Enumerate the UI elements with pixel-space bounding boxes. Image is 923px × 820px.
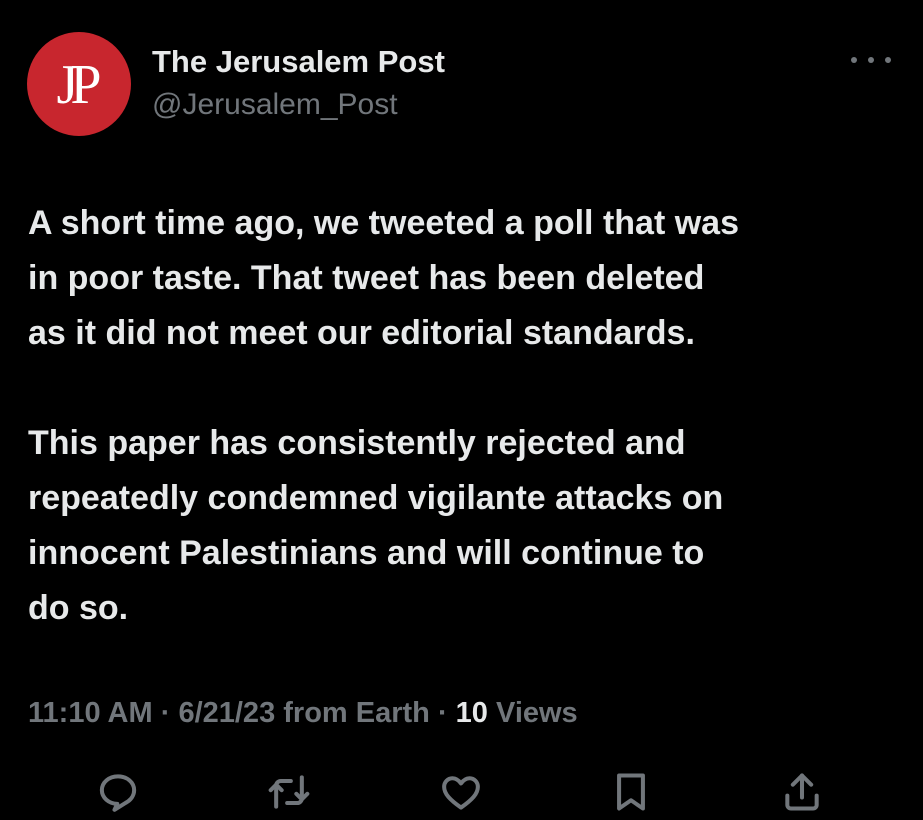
meta-separator: · [429, 697, 456, 729]
tweet-time[interactable]: 11:10 AM [28, 697, 153, 729]
like-button[interactable] [436, 770, 486, 820]
account-handle[interactable]: @Jerusalem_Post [152, 88, 398, 122]
avatar-logo: JP [56, 54, 102, 116]
views-count[interactable]: 10 [456, 697, 488, 729]
dot-icon [851, 57, 857, 63]
more-options-icon[interactable] [851, 48, 891, 72]
dot-icon [868, 57, 874, 63]
meta-separator: · [152, 697, 179, 729]
share-button[interactable] [777, 770, 827, 820]
views-label[interactable]: Views [488, 697, 578, 729]
reply-icon [99, 774, 137, 812]
share-icon [785, 773, 819, 811]
avatar[interactable]: JP [27, 32, 131, 136]
retweet-button[interactable] [264, 770, 314, 820]
bookmark-button[interactable] [606, 770, 656, 820]
tweet-date[interactable]: 6/21/23 [178, 697, 275, 729]
reply-button[interactable] [93, 770, 143, 820]
dot-icon [885, 57, 891, 63]
action-bar [0, 770, 923, 815]
like-icon [442, 776, 480, 810]
retweet-icon [268, 775, 310, 809]
tweet-source: from Earth [275, 697, 430, 729]
tweet-paragraph-1: A short time ago, we tweeted a poll that… [28, 204, 739, 352]
tweet-meta: 11:10 AM · 6/21/23 from Earth · 10 Views [28, 697, 578, 730]
account-name[interactable]: The Jerusalem Post [152, 44, 445, 80]
tweet-paragraph-2: This paper has consistently rejected and… [28, 424, 724, 627]
tweet-text: A short time ago, we tweeted a poll that… [28, 196, 898, 636]
bookmark-icon [617, 773, 645, 811]
